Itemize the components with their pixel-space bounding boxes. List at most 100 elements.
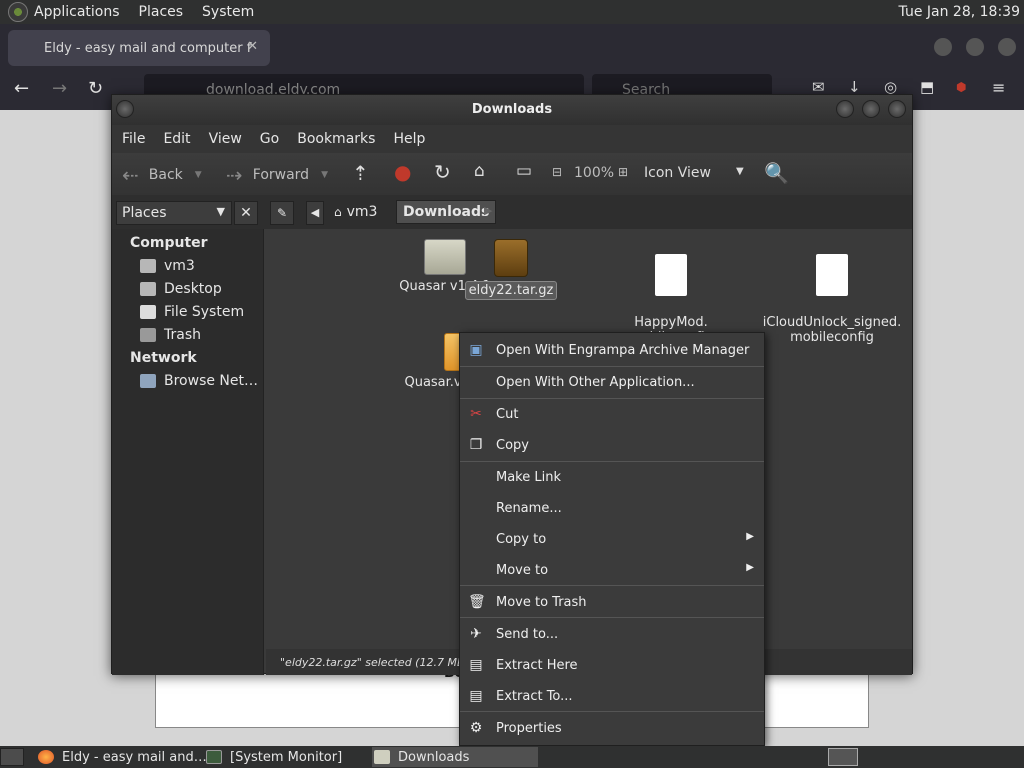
drive-icon xyxy=(140,305,156,319)
window-menu-icon[interactable] xyxy=(116,100,134,118)
menu-item-move-to-trash[interactable]: 🗑 Move to Trash xyxy=(460,589,764,615)
forward-history-chevron-icon[interactable]: ▼ xyxy=(321,170,328,180)
menu-item-copy-to[interactable]: Copy to ▶ xyxy=(460,526,764,552)
menu-go[interactable]: Go xyxy=(260,131,279,147)
tab-close-icon[interactable]: ✕ xyxy=(247,39,258,54)
menu-item-cut[interactable]: ✂ Cut xyxy=(460,401,764,427)
zoom-level[interactable]: 100% xyxy=(574,165,614,181)
context-menu: ▣ Open With Engrampa Archive Manager Ope… xyxy=(459,332,765,746)
path-left-chevron-icon[interactable]: ◀ xyxy=(306,201,324,225)
menu-item-label: Send to... xyxy=(496,626,559,642)
places-sidebar: Computer vm3 Desktop File System Trash N… xyxy=(112,229,264,675)
toolbar: ⇠ Back ▼ ⇢ Forward ▼ ⇡ ● ↻ ⌂ ▭ ⊟ 100% ⊞ … xyxy=(112,153,912,195)
menu-item-properties[interactable]: ⚙ Properties xyxy=(460,715,764,741)
file-item-icloudunlock[interactable]: iCloudUnlock_signed. mobileconfig xyxy=(754,239,910,360)
view-mode-chevron-down-icon[interactable]: ▼ xyxy=(736,166,744,177)
tab-favicon-icon xyxy=(18,40,34,56)
menu-bookmarks[interactable]: Bookmarks xyxy=(297,131,375,147)
task-system-monitor[interactable]: [System Monitor] xyxy=(206,747,342,767)
menu-separator xyxy=(460,398,764,399)
desktop-folder-icon xyxy=(140,282,156,296)
breadcrumb-downloads[interactable]: Downloads xyxy=(396,200,497,224)
menu-system[interactable]: System xyxy=(202,4,254,20)
view-mode-select[interactable]: Icon View xyxy=(644,165,711,181)
menu-applications[interactable]: Applications xyxy=(34,4,120,20)
mate-logo-icon[interactable] xyxy=(8,2,28,22)
menu-help[interactable]: Help xyxy=(393,131,425,147)
back-label: Back xyxy=(148,167,183,183)
menu-item-open-with-other[interactable]: Open With Other Application... xyxy=(460,369,764,395)
menu-item-label: Copy to xyxy=(496,531,547,547)
sidebar-item-desktop[interactable]: Desktop xyxy=(140,281,222,297)
extensions-icon[interactable]: ⬒ xyxy=(920,78,934,96)
browser-tab[interactable]: Eldy - easy mail and computer f ✕ xyxy=(8,30,270,66)
window-maximize-button[interactable] xyxy=(862,100,880,118)
document-icon xyxy=(816,254,848,296)
sidebar-item-label: File System xyxy=(164,304,245,320)
browser-minimize-button[interactable] xyxy=(934,38,952,56)
back-arrow-icon[interactable]: ← xyxy=(14,78,29,99)
menu-item-extract-here[interactable]: ▤ Extract Here xyxy=(460,652,764,678)
forward-button[interactable]: ⇢ Forward ▼ xyxy=(226,163,328,187)
menu-item-label: Extract To... xyxy=(496,688,573,704)
search-icon[interactable]: 🔍 xyxy=(764,161,789,185)
location-bar: Places ▼ ✕ ✎ ◀ ⌂ vm3 Downloads ▶ xyxy=(112,195,912,229)
menu-item-copy[interactable]: ❐ Copy xyxy=(460,432,764,458)
menu-item-label: Move to xyxy=(496,562,549,578)
forward-arrow-icon[interactable]: → xyxy=(52,78,67,99)
window-minimize-button[interactable] xyxy=(836,100,854,118)
ublock-icon[interactable]: ⬢ xyxy=(956,80,966,94)
window-close-button[interactable] xyxy=(888,100,906,118)
task-eldy-browser[interactable]: Eldy - easy mail and… xyxy=(38,747,207,767)
back-button[interactable]: ⇠ Back ▼ xyxy=(122,163,202,187)
menu-file[interactable]: File xyxy=(122,131,145,147)
sidebar-item-browse-network[interactable]: Browse Net… xyxy=(140,373,258,389)
forward-label: Forward xyxy=(252,167,310,183)
path-right-chevron-icon[interactable]: ▶ xyxy=(484,204,492,217)
tab-title: Eldy - easy mail and computer f xyxy=(44,40,252,56)
browser-tab-bar: Eldy - easy mail and computer f ✕ xyxy=(0,24,1024,70)
show-desktop-icon[interactable] xyxy=(0,748,24,766)
workspace-switcher[interactable] xyxy=(828,748,858,766)
back-history-chevron-icon[interactable]: ▼ xyxy=(195,170,202,180)
clock[interactable]: Tue Jan 28, 18:39 xyxy=(899,4,1020,20)
zoom-in-icon[interactable]: ⊞ xyxy=(618,165,628,179)
menu-view[interactable]: View xyxy=(209,131,242,147)
menu-item-rename[interactable]: Rename... xyxy=(460,495,764,521)
menu-item-label: Open With Engrampa Archive Manager xyxy=(496,342,750,358)
menu-item-label: Move to Trash xyxy=(496,594,587,610)
file-item-eldy22[interactable]: eldy22.tar.gz xyxy=(442,239,580,300)
stop-icon[interactable]: ● xyxy=(394,160,411,184)
menu-item-label: Properties xyxy=(496,720,562,736)
menu-item-make-link[interactable]: Make Link xyxy=(460,464,764,490)
sidebar-item-file-system[interactable]: File System xyxy=(140,304,244,320)
home-icon[interactable]: ⌂ xyxy=(474,161,485,181)
window-titlebar[interactable]: Downloads xyxy=(112,95,912,125)
archive-manager-icon: ▣ xyxy=(469,342,483,358)
menu-edit[interactable]: Edit xyxy=(163,131,190,147)
up-icon[interactable]: ⇡ xyxy=(352,161,369,185)
sidebar-item-trash[interactable]: Trash xyxy=(140,327,201,343)
sidebar-type-select[interactable]: Places ▼ xyxy=(116,201,232,225)
zoom-out-icon[interactable]: ⊟ xyxy=(552,165,562,179)
menu-item-extract-to[interactable]: ▤ Extract To... xyxy=(460,683,764,709)
browser-close-button[interactable] xyxy=(998,38,1016,56)
browser-maximize-button[interactable] xyxy=(966,38,984,56)
menu-item-send-to[interactable]: ✈ Send to... xyxy=(460,621,764,647)
hamburger-menu-icon[interactable]: ≡ xyxy=(992,78,1005,97)
extract-icon: ▤ xyxy=(469,657,483,673)
menu-item-label: Extract Here xyxy=(496,657,578,673)
breadcrumb-vm3[interactable]: ⌂ vm3 xyxy=(334,204,377,220)
task-label: Downloads xyxy=(398,749,470,765)
sidebar-header-network: Network xyxy=(130,350,197,366)
computer-icon[interactable]: ▭ xyxy=(516,161,532,181)
task-downloads[interactable]: Downloads xyxy=(372,747,538,767)
menu-places[interactable]: Places xyxy=(139,4,184,20)
reload-icon[interactable]: ↻ xyxy=(434,160,451,184)
menu-item-open-with-engrampa[interactable]: ▣ Open With Engrampa Archive Manager xyxy=(460,337,764,363)
sidebar-item-vm3[interactable]: vm3 xyxy=(140,258,195,274)
sidebar-close-icon[interactable]: ✕ xyxy=(234,201,258,225)
reload-icon[interactable]: ↻ xyxy=(88,78,103,99)
location-edit-icon[interactable]: ✎ xyxy=(270,201,294,225)
menu-item-move-to[interactable]: Move to ▶ xyxy=(460,557,764,583)
